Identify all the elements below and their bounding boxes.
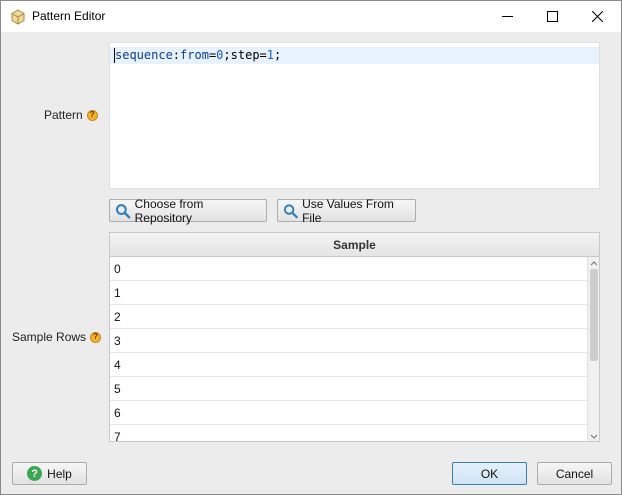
code-token: from bbox=[180, 48, 209, 62]
sample-rows-help-icon[interactable]: ? bbox=[90, 331, 102, 343]
sample-column-header[interactable]: Sample bbox=[110, 233, 599, 257]
ok-label: OK bbox=[480, 466, 499, 481]
sample-row[interactable]: 7 bbox=[110, 425, 587, 442]
sample-rows-label-group: Sample Rows ? bbox=[12, 330, 102, 344]
sample-row-value: 5 bbox=[114, 381, 121, 396]
minimize-button[interactable] bbox=[485, 1, 530, 32]
help-icon: ? bbox=[27, 466, 43, 481]
ok-button[interactable]: OK bbox=[452, 462, 527, 485]
title-bar: Pattern Editor bbox=[1, 1, 621, 32]
sample-row[interactable]: 3 bbox=[110, 329, 587, 353]
maximize-icon bbox=[547, 11, 558, 22]
sample-row[interactable]: 1 bbox=[110, 281, 587, 305]
pattern-code[interactable]: sequence:from=0;step=1; bbox=[115, 48, 281, 63]
pattern-label: Pattern bbox=[44, 108, 83, 122]
sample-row-value: 2 bbox=[114, 309, 121, 324]
app-cube-icon bbox=[10, 9, 26, 25]
search-icon bbox=[283, 203, 298, 218]
pattern-editor[interactable]: sequence:from=0;step=1; bbox=[109, 42, 600, 189]
scroll-up-arrow-icon[interactable] bbox=[590, 259, 598, 267]
sample-row[interactable]: 2 bbox=[110, 305, 587, 329]
text-caret bbox=[114, 48, 115, 63]
sample-row-value: 1 bbox=[114, 285, 121, 300]
cancel-label: Cancel bbox=[555, 466, 594, 481]
pattern-editor-window: Pattern Editor Pattern ? sequence:from = 0… bbox=[0, 0, 622, 495]
sample-table: Sample 0 1 2 3 4 5 6 7 bbox=[109, 232, 600, 442]
close-button[interactable] bbox=[575, 1, 620, 32]
sample-row[interactable]: 0 bbox=[110, 257, 587, 281]
sample-rows-label: Sample Rows bbox=[12, 330, 87, 344]
sample-row-value: 3 bbox=[114, 333, 121, 348]
window-title: Pattern Editor bbox=[32, 9, 106, 23]
code-token: 1 bbox=[266, 48, 275, 62]
sample-row-value: 0 bbox=[114, 261, 121, 276]
use-values-from-file-label: Use Values From File bbox=[302, 196, 394, 225]
use-values-from-file-button[interactable]: Use Values From File bbox=[277, 196, 416, 225]
maximize-button[interactable] bbox=[530, 1, 575, 32]
sample-row[interactable]: 5 bbox=[110, 377, 587, 401]
close-icon bbox=[592, 11, 603, 22]
sample-row-value: 4 bbox=[114, 357, 121, 372]
code-token: ; bbox=[223, 48, 231, 62]
pattern-label-group: Pattern ? bbox=[44, 108, 98, 122]
sample-row[interactable]: 6 bbox=[110, 401, 587, 425]
help-label: Help bbox=[47, 466, 72, 481]
minimize-icon bbox=[502, 16, 513, 17]
sample-rows-list: 0 1 2 3 4 5 6 7 bbox=[110, 257, 587, 442]
code-token: step bbox=[230, 48, 260, 62]
pattern-help-icon[interactable]: ? bbox=[86, 109, 98, 121]
choose-from-repository-button[interactable]: Choose from Repository bbox=[109, 196, 267, 225]
help-button[interactable]: ? Help bbox=[12, 462, 87, 485]
search-icon bbox=[115, 203, 131, 219]
sample-row-value: 7 bbox=[114, 429, 121, 442]
cancel-button[interactable]: Cancel bbox=[537, 462, 612, 485]
scroll-down-arrow-icon[interactable] bbox=[590, 432, 598, 440]
code-token: ; bbox=[274, 48, 282, 62]
scrollbar-thumb[interactable] bbox=[590, 269, 598, 361]
sample-row-value: 6 bbox=[114, 405, 121, 420]
choose-from-repository-label: Choose from Repository bbox=[134, 196, 204, 225]
code-token: sequence bbox=[115, 48, 173, 62]
code-token: : bbox=[172, 48, 181, 62]
vertical-scrollbar[interactable] bbox=[587, 257, 599, 441]
code-token: = bbox=[259, 48, 267, 62]
sample-row[interactable]: 4 bbox=[110, 353, 587, 377]
